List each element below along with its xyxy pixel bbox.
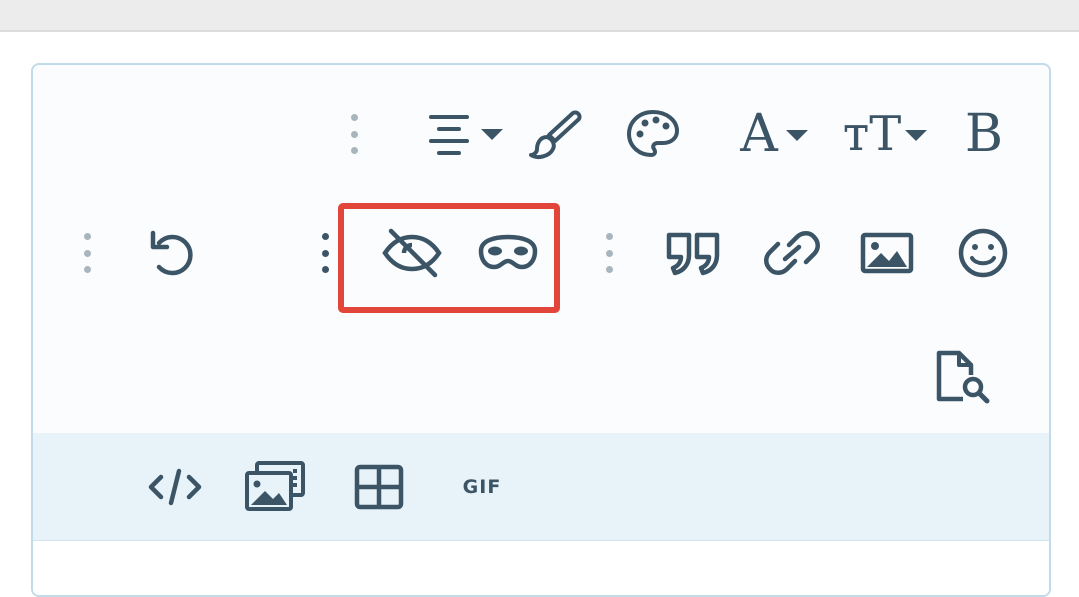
image-button[interactable] [857,225,919,281]
table-button[interactable] [349,459,409,515]
font-size-button[interactable]: тT [839,105,933,163]
preview-button[interactable] [931,347,995,407]
code-icon [145,459,205,515]
toolbar-separator[interactable] [321,233,329,273]
highlight-box [338,203,560,313]
image-icon [857,225,919,281]
emoji-button[interactable] [953,225,1013,281]
gif-label: GIF [462,476,502,498]
font-size-label: тT [842,106,902,162]
smiley-icon [953,225,1013,281]
quote-icon [663,225,725,281]
link-button[interactable] [761,225,823,281]
browser-top-bar [0,0,1079,32]
font-color-label: A [740,104,778,164]
quote-button[interactable] [663,225,725,281]
bold-label: B [964,104,1004,164]
toolbar-separator[interactable] [83,233,91,273]
gif-button[interactable]: GIF [451,463,513,511]
chevron-down-icon [905,130,928,141]
link-icon [761,225,823,281]
palette-button[interactable] [623,107,683,161]
editor-content[interactable] [33,541,1049,595]
paint-brush-icon [525,107,585,161]
align-button[interactable] [423,107,507,161]
bold-button[interactable]: B [957,105,1011,163]
undo-icon [141,225,205,281]
rich-text-editor: A тT B GIF [31,63,1051,597]
undo-button[interactable] [141,225,205,281]
media-gallery-icon [243,457,309,517]
font-color-button[interactable]: A [733,105,817,163]
media-button[interactable] [243,457,309,517]
chevron-down-icon [785,130,808,141]
toolbar-separator[interactable] [350,114,358,154]
toolbar-separator[interactable] [605,233,613,273]
palette-icon [623,107,683,161]
paint-button[interactable] [525,107,585,161]
code-button[interactable] [145,459,205,515]
file-search-icon [931,347,995,407]
align-center-icon [423,107,507,161]
table-icon [349,459,409,515]
